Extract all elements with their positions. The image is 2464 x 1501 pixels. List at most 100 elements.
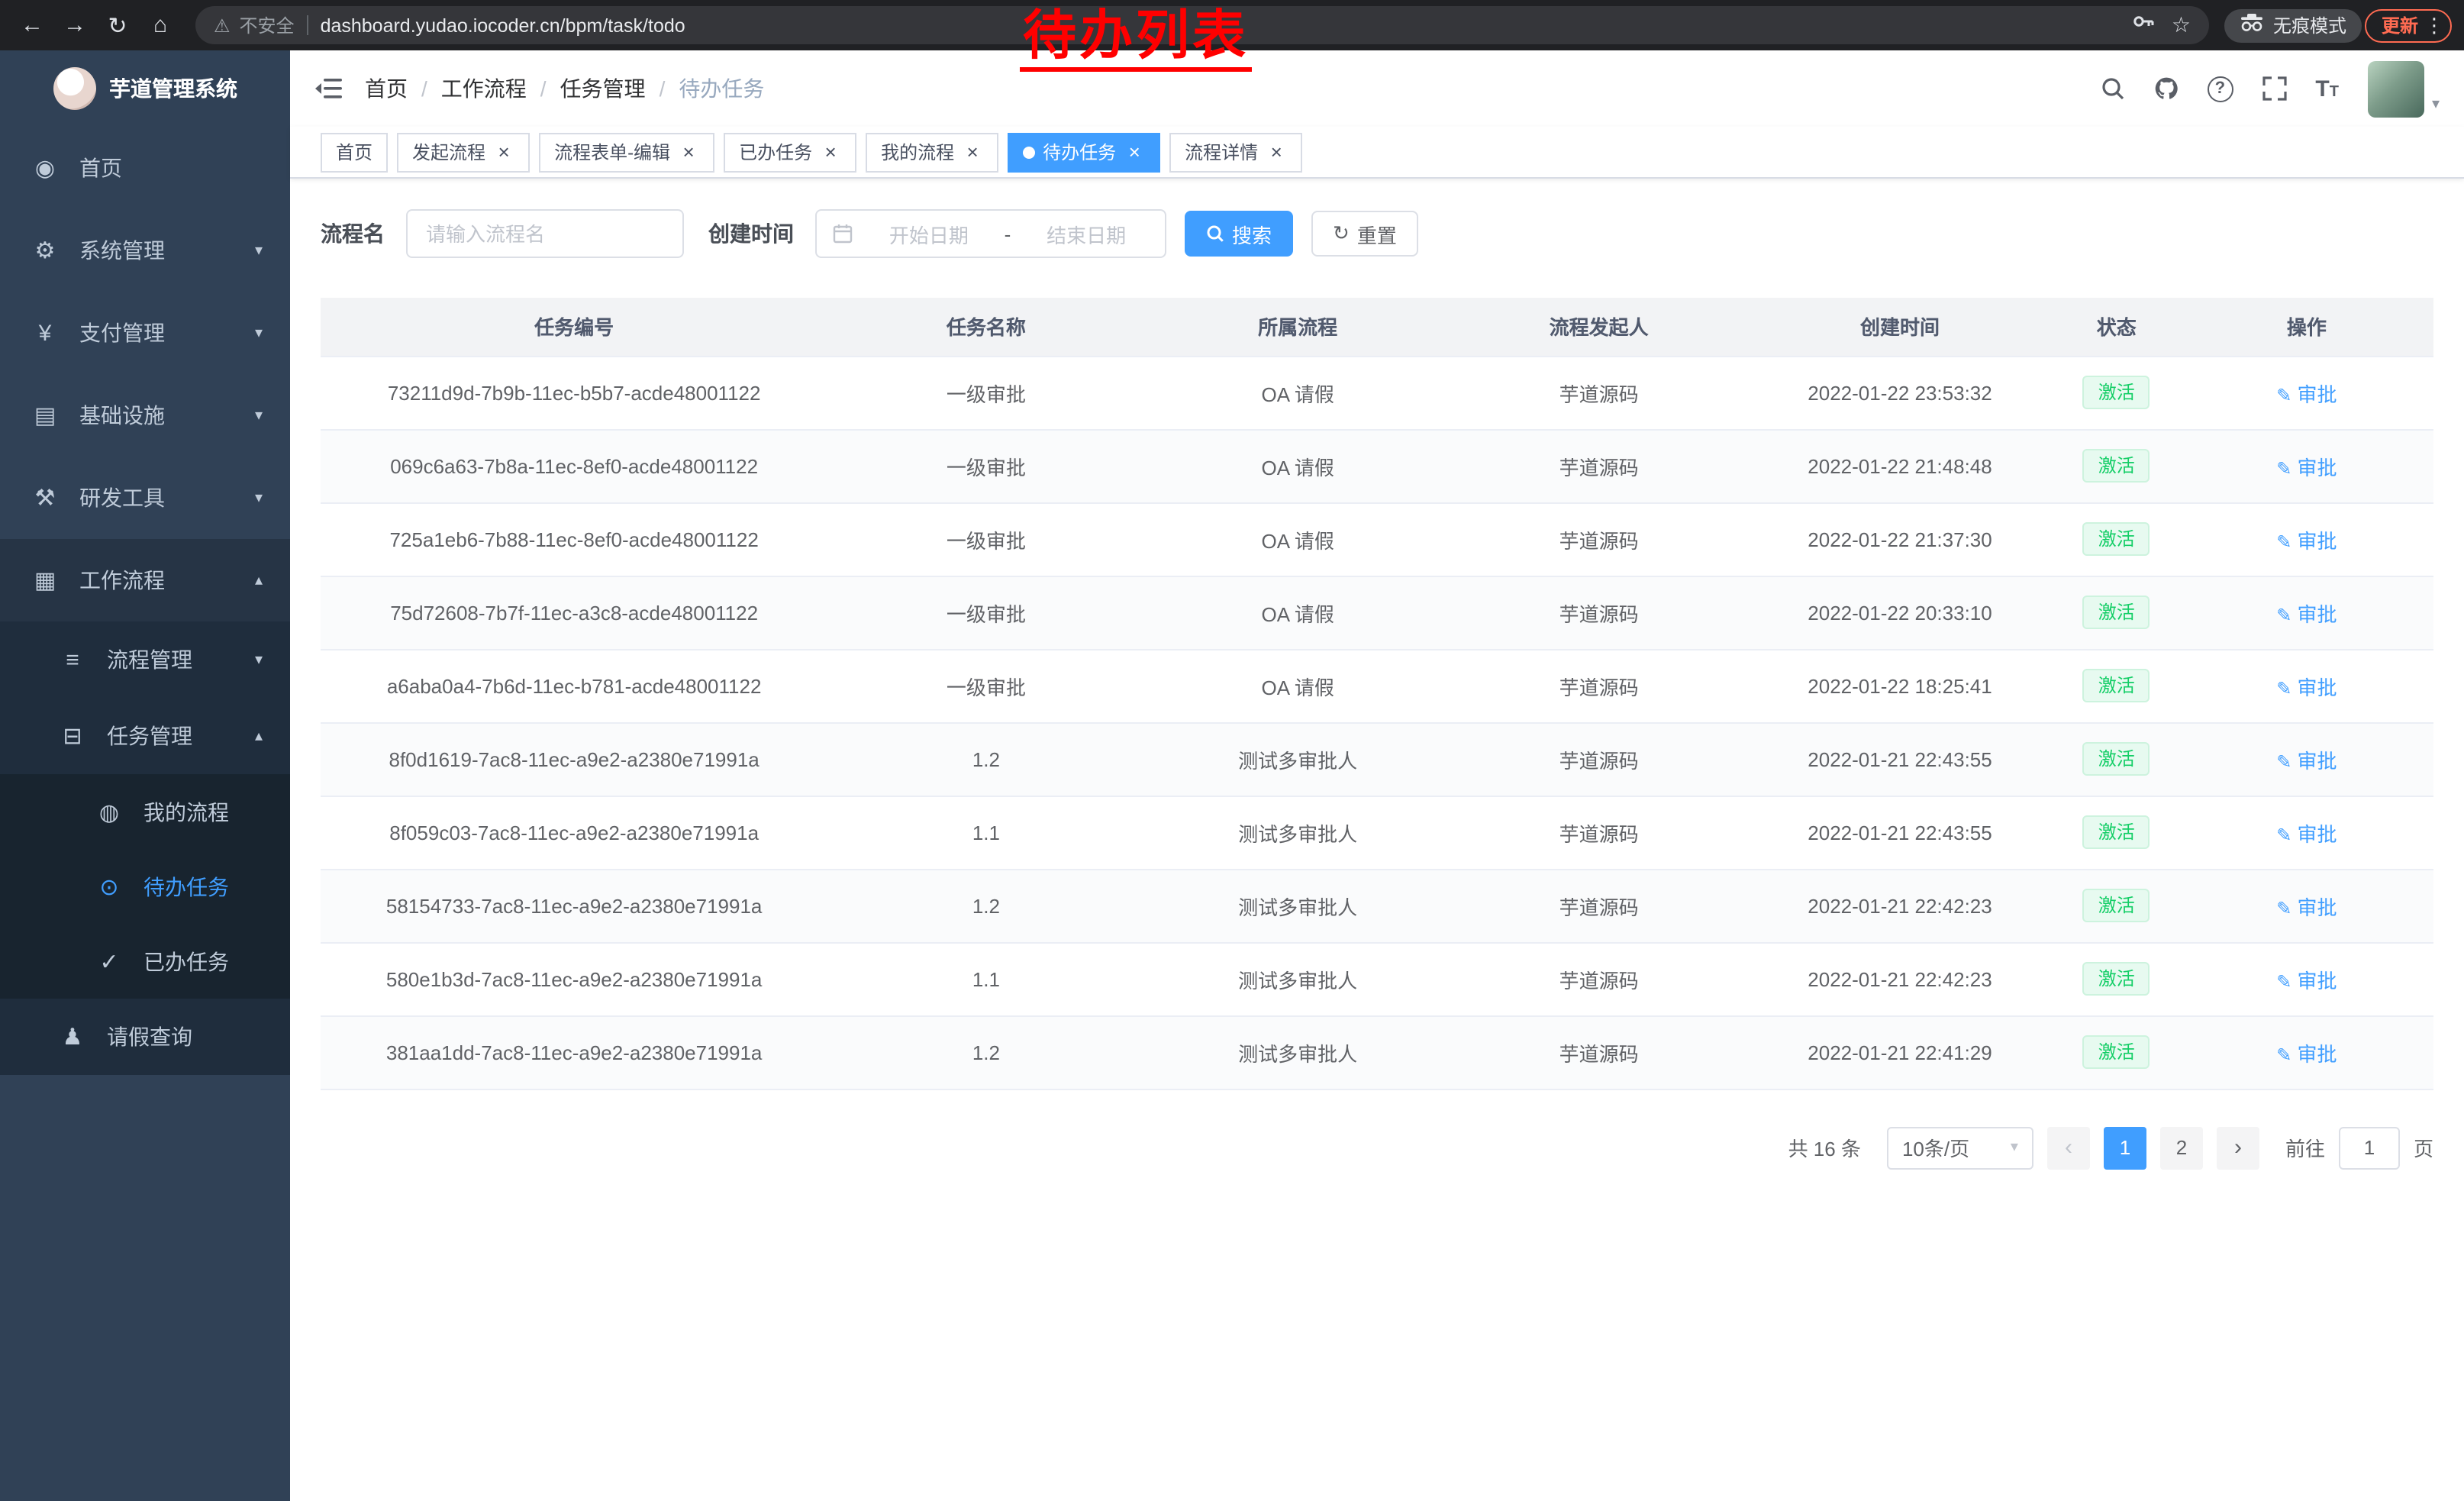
breadcrumb-separator: / <box>540 76 547 101</box>
cell-task-name: 一级审批 <box>827 356 1144 429</box>
address-bar[interactable]: ⚠ 不安全 dashboard.yudao.iocoder.cn/bpm/tas… <box>195 6 2209 44</box>
search-button[interactable]: 搜索 <box>1185 211 1293 257</box>
sidebar: 芋道管理系统 ◉首页⚙系统管理▾¥支付管理▾▤基础设施▾⚒研发工具▾▦工作流程▴… <box>0 50 290 1501</box>
home-icon[interactable]: ⌂ <box>140 5 180 45</box>
sidebar-item-infrastructure[interactable]: ▤基础设施▾ <box>0 374 290 457</box>
sidebar-item-process-manage[interactable]: ≡流程管理▾ <box>0 621 290 698</box>
approve-link[interactable]: ✎ 审批 <box>2276 676 2337 699</box>
tab-close-icon[interactable]: × <box>820 141 841 163</box>
sidebar-item-task-manage[interactable]: ⊟任务管理▴ <box>0 698 290 774</box>
next-page-button[interactable]: › <box>2217 1126 2259 1169</box>
sidebar-item-home[interactable]: ◉首页 <box>0 127 290 209</box>
sidebar-collapse-icon[interactable] <box>314 78 342 99</box>
tab[interactable]: 流程详情× <box>1169 132 1302 172</box>
breadcrumb-item[interactable]: 工作流程 <box>441 73 527 104</box>
process-name-label: 流程名 <box>321 218 385 249</box>
browser-menu-icon[interactable]: ⋮ <box>2424 13 2444 37</box>
cell-task-id: 8f059c03-7ac8-11ec-a9e2-a2380e71991a <box>321 796 827 869</box>
cell-status: 激活 <box>2053 1015 2180 1089</box>
screen: ← → ↻ ⌂ ⚠ 不安全 dashboard.yudao.iocoder.cn… <box>0 0 2464 1501</box>
security-indicator[interactable]: ⚠ 不安全 <box>214 12 295 38</box>
breadcrumb-item[interactable]: 任务管理 <box>560 73 646 104</box>
reload-icon[interactable]: ↻ <box>98 5 137 45</box>
approve-link[interactable]: ✎ 审批 <box>2276 822 2337 845</box>
tab-close-icon[interactable]: × <box>1124 141 1145 163</box>
browser-update-button[interactable]: 更新 ⋮ <box>2365 8 2452 42</box>
fullscreen-icon[interactable] <box>2262 76 2286 101</box>
help-icon[interactable]: ? <box>2207 76 2233 102</box>
sidebar-item-todo-task[interactable]: ⊙待办任务 <box>0 849 290 924</box>
cell-status: 激活 <box>2053 502 2180 576</box>
process-name-input[interactable] <box>426 222 664 245</box>
tab[interactable]: 首页 <box>321 132 388 172</box>
table-row: 069c6a63-7b8a-11ec-8ef0-acde48001122一级审批… <box>321 429 2433 502</box>
breadcrumb-item[interactable]: 首页 <box>365 73 408 104</box>
check-icon: ✓ <box>95 947 124 975</box>
date-range-picker[interactable]: 开始日期 - 结束日期 <box>815 209 1166 258</box>
tab-close-icon[interactable]: × <box>962 141 983 163</box>
back-icon[interactable]: ← <box>12 5 52 45</box>
sidebar-item-payment-manage[interactable]: ¥支付管理▾ <box>0 292 290 374</box>
page-button[interactable]: 1 <box>2104 1126 2146 1169</box>
cell-status: 激活 <box>2053 576 2180 649</box>
eye-icon: ⊙ <box>95 873 124 900</box>
chevron-down-icon: ▾ <box>255 489 263 506</box>
bookmark-star-icon[interactable]: ☆ <box>2172 12 2191 38</box>
cell-status: 激活 <box>2053 356 2180 429</box>
sidebar-item-leave-query[interactable]: ♟请假查询 <box>0 999 290 1075</box>
tab[interactable]: 已办任务× <box>724 132 856 172</box>
chevron-down-icon: ▾ <box>255 651 263 668</box>
sidebar-item-system-manage[interactable]: ⚙系统管理▾ <box>0 209 290 292</box>
incognito-icon <box>2240 14 2264 37</box>
cell-process: 测试多审批人 <box>1145 1015 1451 1089</box>
font-size-icon[interactable]: TT <box>2315 77 2339 100</box>
approve-link[interactable]: ✎ 审批 <box>2276 1042 2337 1065</box>
page-button[interactable]: 2 <box>2160 1126 2203 1169</box>
approve-link[interactable]: ✎ 审批 <box>2276 383 2337 405</box>
approve-link[interactable]: ✎ 审批 <box>2276 969 2337 992</box>
cell-task-name: 一级审批 <box>827 429 1144 502</box>
cell-task-id: 73211d9d-7b9b-11ec-b5b7-acde48001122 <box>321 356 827 429</box>
cell-action: ✎ 审批 <box>2180 722 2433 796</box>
cell-task-name: 1.2 <box>827 722 1144 796</box>
tab[interactable]: 待办任务× <box>1008 132 1160 172</box>
sidebar-item-done-task[interactable]: ✓已办任务 <box>0 924 290 999</box>
approve-link[interactable]: ✎ 审批 <box>2276 529 2337 552</box>
page-size-select[interactable]: 10条/页 ▾ <box>1887 1126 2033 1169</box>
tab[interactable]: 流程表单-编辑× <box>539 132 714 172</box>
github-icon[interactable] <box>2153 76 2178 101</box>
approve-link[interactable]: ✎ 审批 <box>2276 749 2337 772</box>
tab-close-icon[interactable]: × <box>1266 141 1287 163</box>
cell-created: 2022-01-21 22:42:23 <box>1746 869 2053 942</box>
breadcrumb: 首页/工作流程/任务管理/待办任务 <box>365 73 764 104</box>
cell-created: 2022-01-21 22:42:23 <box>1746 942 2053 1015</box>
user-icon: ♟ <box>58 1023 87 1051</box>
reset-button[interactable]: ↻ 重置 <box>1311 211 1418 257</box>
cell-action: ✎ 审批 <box>2180 869 2433 942</box>
prev-page-button[interactable]: ‹ <box>2047 1126 2090 1169</box>
approve-link[interactable]: ✎ 审批 <box>2276 896 2337 918</box>
cell-task-name: 一级审批 <box>827 576 1144 649</box>
key-icon[interactable] <box>2132 9 2156 41</box>
user-menu[interactable]: ▾ <box>2368 60 2440 117</box>
cell-created: 2022-01-21 22:41:29 <box>1746 1015 2053 1089</box>
sidebar-item-dev-tools[interactable]: ⚒研发工具▾ <box>0 457 290 539</box>
tab[interactable]: 我的流程× <box>866 132 998 172</box>
top-navbar: 首页/工作流程/任务管理/待办任务 ? TT ▾ <box>290 50 2464 127</box>
goto-page-input[interactable] <box>2339 1126 2400 1169</box>
table-row: 725a1eb6-7b88-11ec-8ef0-acde48001122一级审批… <box>321 502 2433 576</box>
approve-link[interactable]: ✎ 审批 <box>2276 456 2337 479</box>
tab-close-icon[interactable]: × <box>678 141 699 163</box>
cell-process: 测试多审批人 <box>1145 796 1451 869</box>
approve-link[interactable]: ✎ 审批 <box>2276 602 2337 625</box>
app-logo[interactable]: 芋道管理系统 <box>0 50 290 127</box>
search-icon[interactable] <box>2100 76 2124 101</box>
forward-icon[interactable]: → <box>55 5 95 45</box>
filter-bar: 流程名 创建时间 开始日期 - 结束日期 <box>321 209 2433 258</box>
sidebar-item-workflow[interactable]: ▦工作流程▴ <box>0 539 290 621</box>
cell-action: ✎ 审批 <box>2180 502 2433 576</box>
tab-close-icon[interactable]: × <box>493 141 514 163</box>
main-area: 首页/工作流程/任务管理/待办任务 ? TT ▾ <box>290 50 2464 1501</box>
tab[interactable]: 发起流程× <box>397 132 530 172</box>
sidebar-item-my-process[interactable]: ◍我的流程 <box>0 774 290 849</box>
